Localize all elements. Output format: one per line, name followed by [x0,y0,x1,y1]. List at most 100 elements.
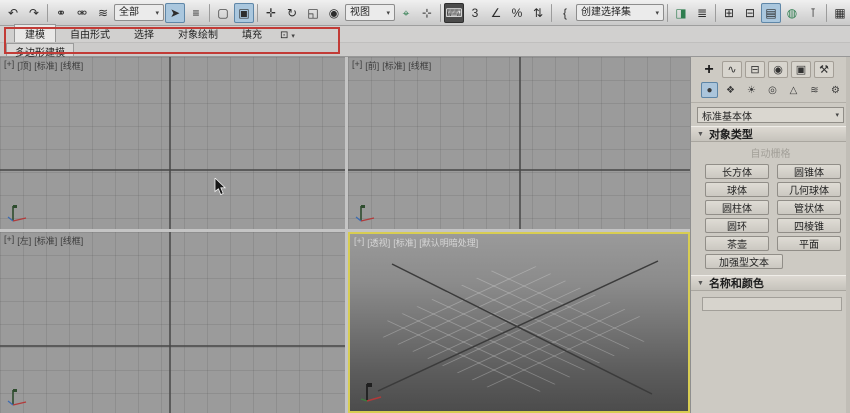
viewport-general-menu[interactable]: [+] [4,234,14,247]
mirror-icon[interactable]: ◨ [671,3,691,23]
viewport-shading-menu[interactable]: [线框] [60,234,83,247]
viewport-general-menu[interactable]: [+] [354,236,364,249]
tab-modify[interactable]: ∿ [722,61,742,78]
align-icon[interactable]: ≣ [692,3,712,23]
viewport-top[interactable]: [+][顶][标准][线框] [0,57,345,229]
tab-motion[interactable]: ◉ [768,61,788,78]
ribbon-subtab-polygon-modeling[interactable]: 多边形建模 [6,43,74,56]
category-space-warps-icon[interactable]: ≋ [806,82,823,98]
object-name-input[interactable] [702,297,842,311]
command-panel: + ∿ ⊟ ◉ ▣ ⚒ ● ❖ ☀ [690,57,850,413]
use-pivot-point-center-icon[interactable]: ⌖ [396,3,416,23]
redo-icon[interactable]: ↷ [24,3,44,23]
viewport-splitter-horizontal[interactable] [0,229,690,232]
viewport-pov-menu[interactable]: [前] [365,59,379,72]
category-helpers-icon[interactable]: △ [785,82,802,98]
viewport-shading-menu[interactable]: [线框] [60,59,83,72]
ribbon-overflow-dropdown[interactable]: ⊡ ▾ [276,29,299,42]
category-geometry-icon[interactable]: ● [701,82,718,98]
subcategory-dropdown[interactable]: 标准基本体 ▾ [697,107,844,123]
torus-button[interactable]: 圆环 [705,218,769,233]
panel-tab-icon: ⚒ [819,63,829,76]
geosphere-button[interactable]: 几何球体 [777,182,841,197]
grid-axis-vertical [519,57,521,229]
ribbon-tab-modeling[interactable]: 建模 [14,24,56,42]
tab-utilities[interactable]: ⚒ [814,61,834,78]
select-and-place-icon[interactable]: ◉ [324,3,344,23]
sphere-button[interactable]: 球体 [705,182,769,197]
ribbon-tab-populate[interactable]: 填充 [232,25,272,42]
object-type-rollout-header[interactable]: ▼ 对象类型 [691,126,850,142]
autogrid-checkbox-label[interactable]: 自动栅格 [691,142,850,162]
bind-to-space-warp-icon[interactable]: ≋ [93,3,113,23]
tab-display[interactable]: ▣ [791,61,811,78]
viewport-shading-menu[interactable]: [默认明暗处理] [419,236,478,249]
layer-explorer-toggle-icon[interactable]: ⊟ [740,3,760,23]
undo-icon[interactable]: ↶ [3,3,23,23]
viewport-renderer-menu[interactable]: [标准] [382,59,405,72]
angle-snap-icon[interactable]: ∠ [486,3,506,23]
select-and-scale-icon[interactable]: ◱ [303,3,323,23]
viewport-renderer-menu[interactable]: [标准] [34,234,57,247]
name-color-rollout-header[interactable]: ▼ 名称和颜色 [691,275,850,291]
spinner-snap-icon[interactable]: ⇅ [528,3,548,23]
viewport-label: [+][透视][标准][默认明暗处理] [354,236,478,249]
ribbon-tab-freeform[interactable]: 自由形式 [60,25,120,42]
ribbon-toggle-icon[interactable]: ▤ [761,3,781,23]
viewport-general-menu[interactable]: [+] [4,59,14,72]
category-cameras-icon[interactable]: ◎ [764,82,781,98]
select-and-link-icon[interactable]: ⚭ [51,3,71,23]
tube-button[interactable]: 管状体 [777,200,841,215]
select-object-icon[interactable]: ➤ [165,3,185,23]
panel-tab-icon: + [704,61,713,79]
tab-hierarchy[interactable]: ⊟ [745,61,765,78]
ribbon-tab-object-paint[interactable]: 对象绘制 [168,25,228,42]
viewport-general-menu[interactable]: [+] [352,59,362,72]
viewport-left[interactable]: [+][左][标准][线框] [0,232,345,413]
viewport-renderer-menu[interactable]: [标准] [34,59,57,72]
viewport-pov-menu[interactable]: [左] [17,234,31,247]
panel-tab-icon: ▣ [796,63,806,76]
edit-named-selection-sets-icon[interactable]: { [555,3,575,23]
viewport-pov-menu[interactable]: [顶] [17,59,31,72]
pyramid-button[interactable]: 四棱锥 [777,218,841,233]
ribbon-tab-selection[interactable]: 选择 [124,25,164,42]
viewport-perspective-active[interactable]: [+][透视][标准][默认明暗处理] [348,232,690,413]
create-category-row: ● ❖ ☀ ◎ △ ≋ ⚙ [691,81,850,103]
textplus-button[interactable]: 加强型文本 [705,254,783,269]
window-crossing-toggle-icon[interactable]: ▣ [234,3,254,23]
select-by-name-icon[interactable]: ≡ [186,3,206,23]
snaps-toggle-3d-icon[interactable]: 3 [465,3,485,23]
cone-button[interactable]: 圆锥体 [777,164,841,179]
curve-editor-icon[interactable]: ⊺ [803,3,823,23]
viewport-renderer-menu[interactable]: [标准] [393,236,416,249]
percent-snap-icon[interactable]: % [507,3,527,23]
select-and-manipulate-icon[interactable]: ⊹ [417,3,437,23]
rectangular-selection-region-icon[interactable]: ▢ [213,3,233,23]
reference-coordinate-dropdown[interactable]: 视图 ▾ [345,4,395,21]
viewport-front[interactable]: [+][前][标准][线框] [348,57,690,229]
viewport-shading-menu[interactable]: [线框] [408,59,431,72]
cylinder-button[interactable]: 圆柱体 [705,200,769,215]
viewport-pov-menu[interactable]: [透视] [367,236,390,249]
box-button[interactable]: 长方体 [705,164,769,179]
viewport-splitter-vertical[interactable] [345,57,348,413]
render-setup-icon[interactable]: ▦ [830,3,850,23]
keyboard-override-toggle-icon[interactable]: ⌨ [444,3,464,23]
tab-create[interactable]: + [699,61,719,78]
category-systems-icon[interactable]: ⚙ [827,82,844,98]
category-shapes-icon[interactable]: ❖ [722,82,739,98]
panel-scrollbar[interactable] [846,57,850,413]
dropdown-arrow-icon: ▾ [835,111,839,119]
select-and-rotate-icon[interactable]: ↻ [282,3,302,23]
unlink-selection-icon[interactable]: ⚮ [72,3,92,23]
scene-explorer-toggle-icon[interactable]: ⊞ [719,3,739,23]
axis-tripod [354,201,378,225]
named-selection-set-dropdown[interactable]: 创建选择集 ▾ [576,4,664,21]
select-and-move-icon[interactable]: ✛ [261,3,281,23]
category-lights-icon[interactable]: ☀ [743,82,760,98]
teapot-button[interactable]: 茶壶 [705,236,769,251]
plane-button[interactable]: 平面 [777,236,841,251]
material-editor-icon[interactable]: ◍ [782,3,802,23]
selection-filter-dropdown[interactable]: 全部 ▾ [114,4,164,21]
